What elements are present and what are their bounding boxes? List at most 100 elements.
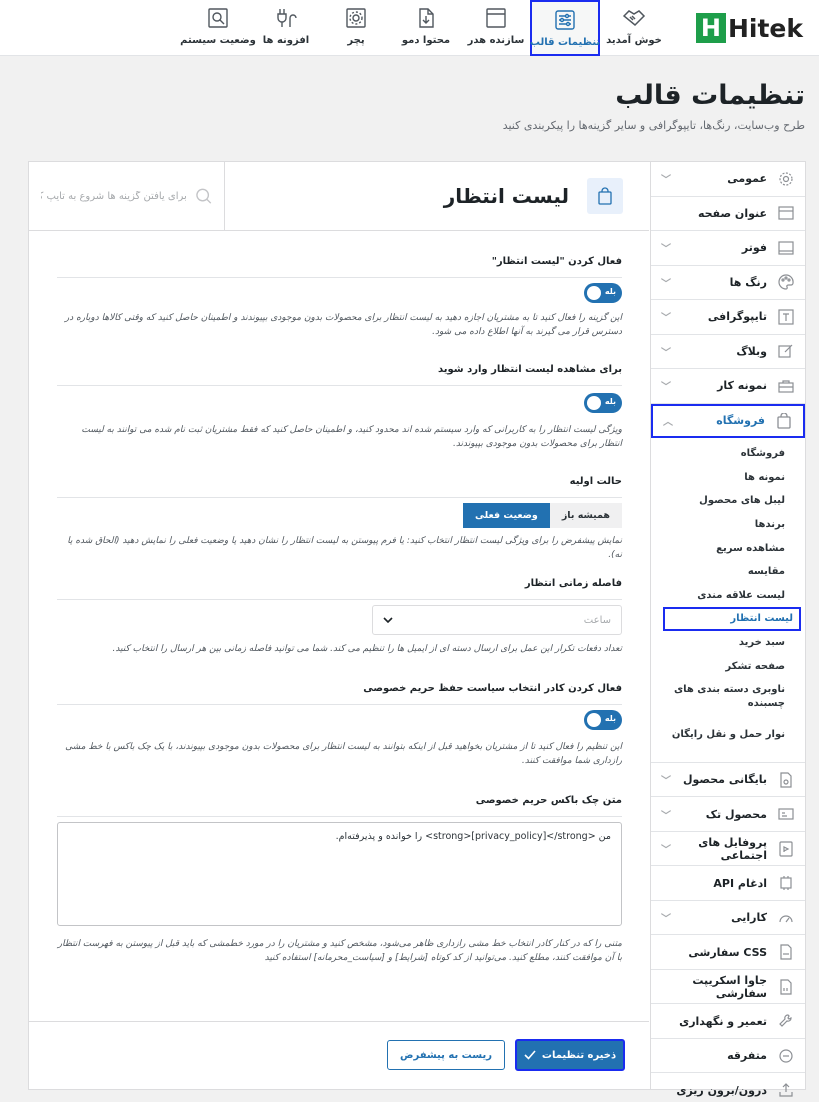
sidebar-subitem[interactable]: مشاهده سریع xyxy=(651,536,805,560)
field-description: تعداد دفعات تکرار این عمل برای ارسال دست… xyxy=(112,644,622,654)
product-icon xyxy=(777,805,795,823)
js-file-icon xyxy=(777,978,795,996)
field-description: ویژگی لیست انتظار را به کاربرانی که وارد… xyxy=(81,425,622,449)
field-label: فعال کردن کادر انتخاب سیاست حفظ حریم خصو… xyxy=(363,683,622,694)
enable-waitlist-toggle[interactable]: بله xyxy=(584,283,622,303)
sidebar-item-label: وبلاگ xyxy=(736,344,767,358)
sidebar-item[interactable]: رنگ ها ﹀ xyxy=(651,266,805,300)
sidebar-item[interactable]: تایپوگرافی ﹀ xyxy=(651,300,805,335)
tab-patcher[interactable]: پچر xyxy=(321,0,391,56)
sidebar-subitem[interactable]: نمونه ها xyxy=(651,466,805,490)
sidebar-item-label: رنگ ها xyxy=(729,275,767,289)
handshake-icon xyxy=(621,7,647,29)
options-search[interactable]: برای یافتن گزینه ها شروع به تایپ ک xyxy=(29,161,225,231)
toggle-label: بله xyxy=(604,397,616,406)
search-input[interactable]: برای یافتن گزینه ها شروع به تایپ ک xyxy=(41,191,187,202)
top-bar: H Hitek خوش آمدید تنظیمات قالب سازنده هد… xyxy=(0,0,819,56)
chevron-down-icon: ﹀ xyxy=(661,845,671,857)
tab-label: سازنده هدر xyxy=(467,35,525,46)
sidebar-item[interactable]: کارایی ﹀ xyxy=(651,901,805,936)
option-always-open[interactable]: همیشه باز xyxy=(549,503,622,528)
sidebar-subitem[interactable]: مقایسه xyxy=(651,560,805,584)
field-description: متنی را که در کنار کادر انتخاب خط مشی را… xyxy=(57,939,622,963)
sidebar-item[interactable]: پروفایل های اجتماعی ﹀ xyxy=(651,832,805,867)
sidebar-item-label: پروفایل های اجتماعی xyxy=(698,835,767,862)
tab-demo-content[interactable]: محتوا دمو xyxy=(391,0,461,56)
palette-icon xyxy=(777,273,795,291)
briefcase-icon xyxy=(777,377,795,395)
sidebar-subitem[interactable]: فروشگاه xyxy=(651,442,805,466)
sidebar-item[interactable]: محصول تک ﹀ xyxy=(651,797,805,832)
sidebar-item-label: درون/برون ریزی xyxy=(676,1083,767,1097)
field-enable-waitlist: فعال کردن "لیست انتظار" بله این گزینه را… xyxy=(57,256,622,337)
edit-icon xyxy=(777,342,795,360)
reset-defaults-button[interactable]: ریست به پیشفرض xyxy=(387,1040,505,1070)
sidebar-subitem[interactable]: سبد خرید xyxy=(651,631,805,655)
sidebar-item-label: بایگانی محصول xyxy=(682,773,767,787)
sidebar-item[interactable]: وبلاگ ﹀ xyxy=(651,335,805,369)
wait-interval-select[interactable]: ساعت xyxy=(372,605,622,635)
gear-box-icon xyxy=(343,7,369,29)
sidebar-item[interactable]: جاوا اسکریپت سفارشی xyxy=(651,970,805,1005)
save-settings-button[interactable]: ذخیره تنظیمات xyxy=(515,1039,625,1071)
section-title: لیست انتظار xyxy=(443,184,569,208)
window-icon xyxy=(483,7,509,29)
tab-plugins[interactable]: افزونه ها xyxy=(251,0,321,56)
sidebar-item-label: فوتر xyxy=(741,241,767,255)
tab-welcome[interactable]: خوش آمدید xyxy=(599,0,669,56)
tab-label: خوش آمدید xyxy=(606,35,662,46)
sidebar-item[interactable]: بایگانی محصول ﹀ xyxy=(651,763,805,798)
tab-theme-settings[interactable]: تنظیمات قالب xyxy=(530,0,600,56)
sidebar-item-label: ادغام API xyxy=(713,876,767,890)
tab-label: پچر xyxy=(347,35,365,46)
field-description: این تنظیم را فعال کنید تا از مشتریان بخو… xyxy=(65,742,622,766)
chevron-down-icon: ﹀ xyxy=(661,382,671,394)
section-header: لیست انتظار برای یافتن گزینه ها شروع به … xyxy=(29,161,649,231)
logo-text: Hitek xyxy=(727,13,803,43)
sidebar-subitem[interactable]: ناوبری دسته بندی های چسبنده xyxy=(651,678,805,716)
option-current-state[interactable]: وضعیت فعلی xyxy=(463,503,550,528)
field-privacy-checkbox: فعال کردن کادر انتخاب سیاست حفظ حریم خصو… xyxy=(57,683,622,766)
sidebar-subitem[interactable]: برندها xyxy=(651,513,805,537)
login-required-toggle[interactable]: بله xyxy=(584,393,622,413)
sidebar-subitem[interactable]: لیست انتظار xyxy=(663,607,801,631)
sidebar-subitem[interactable]: صفحه تشکر xyxy=(651,654,805,678)
tab-system-status[interactable]: وضعیت سیستم xyxy=(178,0,258,56)
settings-panel: عمومی ﹀ عنوان صفحه فوتر ﹀ رنگ ها ﹀ تایپوگرافی ﹀ و… xyxy=(28,161,806,1097)
sidebar-item-label: کارایی xyxy=(731,911,767,925)
divider xyxy=(57,277,622,278)
sidebar-item[interactable]: فوتر ﹀ xyxy=(651,231,805,266)
sidebar-item[interactable]: CSS سفارشی xyxy=(651,935,805,970)
sidebar-item[interactable]: نمونه کار ﹀ xyxy=(651,369,805,404)
field-label: حالت اولیه xyxy=(569,476,622,487)
toggle-knob xyxy=(587,396,601,410)
sidebar-subitem[interactable]: لیست علاقه مندی xyxy=(651,584,805,608)
sidebar-subitem[interactable]: نوار حمل و نقل رایگان xyxy=(651,716,805,754)
css-file-icon xyxy=(777,943,795,961)
sidebar-item-shop[interactable]: فروشگاه ︿ xyxy=(651,403,805,438)
sidebar-item[interactable]: درون/برون ریزی xyxy=(651,1073,805,1102)
sidebar-item[interactable]: تعمیر و نگهداری xyxy=(651,1004,805,1039)
sidebar-subitem[interactable]: لیبل های محصول xyxy=(651,489,805,513)
sidebar-item[interactable]: عمومی ﹀ xyxy=(651,162,805,197)
field-login-required: برای مشاهده لیست انتظار وارد شوید بله وی… xyxy=(57,364,622,449)
page-title: تنظیمات قالب xyxy=(615,80,805,111)
sidebar-item[interactable]: ادغام API xyxy=(651,866,805,901)
tab-label: افزونه ها xyxy=(262,35,310,46)
logo: H Hitek xyxy=(695,11,803,45)
privacy-checkbox-toggle[interactable]: بله xyxy=(584,710,622,730)
divider xyxy=(57,816,622,817)
field-initial-state: حالت اولیه همیشه باز وضعیت فعلی نمایش پی… xyxy=(57,476,622,560)
tab-label: تنظیمات قالب xyxy=(529,37,601,48)
file-import-icon xyxy=(413,7,439,29)
sidebar-item[interactable]: متفرقه xyxy=(651,1039,805,1074)
select-value: ساعت xyxy=(583,614,611,626)
field-description: نمایش پیشفرض را برای ویژگی لیست انتظار ا… xyxy=(67,536,622,560)
privacy-text-textarea[interactable]: من <strong>[privacy_policy]</strong> را … xyxy=(57,822,622,926)
sidebar-item-label: جاوا اسکریپت سفارشی xyxy=(692,973,767,1000)
field-label: متن چک باکس حریم خصوصی xyxy=(475,795,622,806)
sidebar-item[interactable]: عنوان صفحه xyxy=(651,197,805,231)
plug-icon xyxy=(273,7,299,29)
tab-header-builder[interactable]: سازنده هدر xyxy=(461,0,531,56)
settings-main: لیست انتظار برای یافتن گزینه ها شروع به … xyxy=(29,161,649,1089)
